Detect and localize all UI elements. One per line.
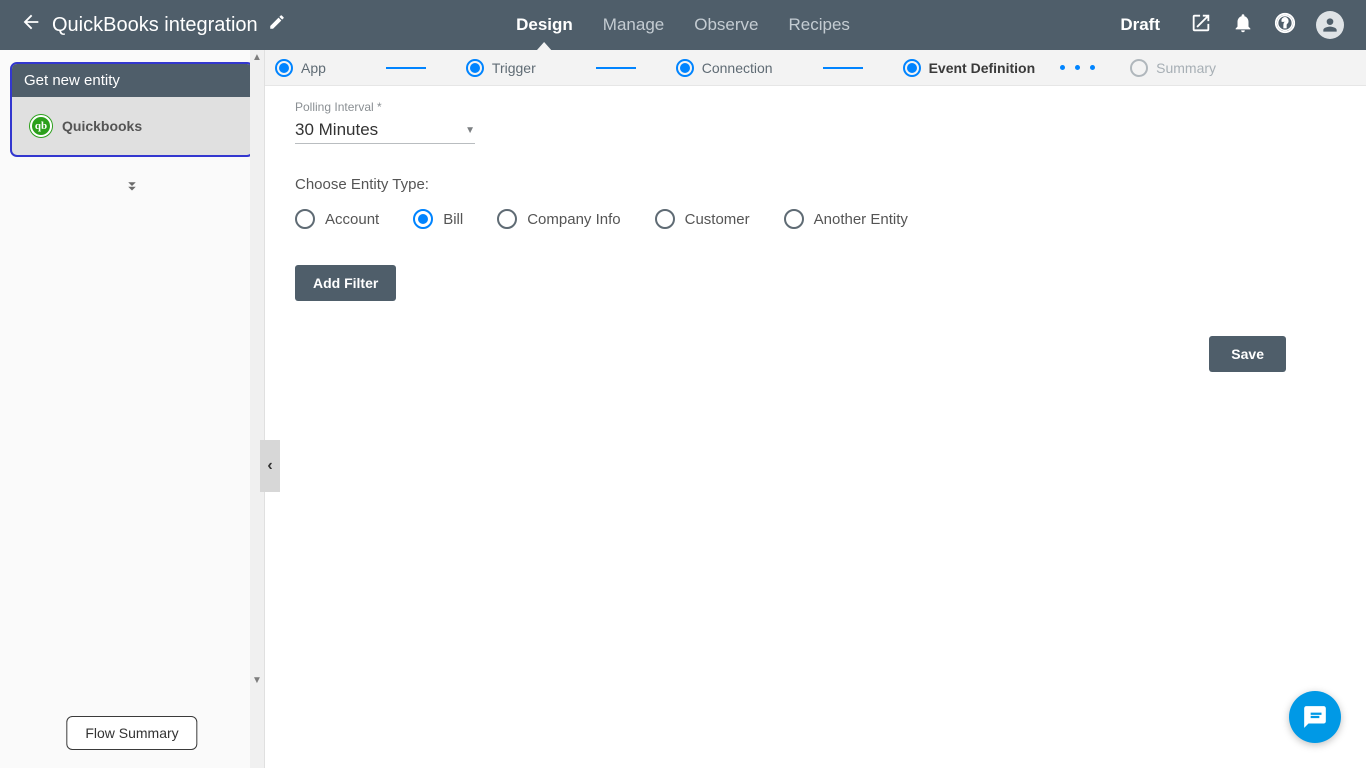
- tab-recipes[interactable]: Recipes: [788, 0, 849, 50]
- sidebar: ▲ ▼ Get new entity qb Quickbooks Flow Su…: [0, 50, 265, 768]
- step-connector: [386, 67, 426, 69]
- step-label: Event Definition: [929, 60, 1036, 76]
- step-summary[interactable]: Summary: [1130, 59, 1216, 77]
- back-arrow-icon[interactable]: [20, 11, 42, 39]
- polling-interval-value: 30 Minutes: [295, 120, 378, 140]
- chevron-down-icon: ▼: [465, 125, 475, 136]
- radio-icon: [413, 209, 433, 229]
- radio-icon: [784, 209, 804, 229]
- entity-type-label: Choose Entity Type:: [295, 176, 1336, 193]
- expand-trigger-icon[interactable]: [123, 177, 141, 200]
- step-radio-icon: [466, 59, 484, 77]
- radio-label: Bill: [443, 211, 463, 228]
- status-badge: Draft: [1120, 15, 1160, 35]
- stepper: App Trigger Connection Event Definition: [265, 50, 1366, 86]
- entity-card-item-label: Quickbooks: [62, 118, 142, 134]
- main-area: App Trigger Connection Event Definition: [265, 50, 1366, 768]
- nav-tabs: Design Manage Observe Recipes: [516, 0, 850, 50]
- step-connection[interactable]: Connection: [676, 59, 773, 77]
- step-dots: [1060, 65, 1095, 70]
- step-event-definition[interactable]: Event Definition: [903, 59, 1036, 77]
- edit-icon[interactable]: [268, 13, 286, 37]
- entity-option-company-info[interactable]: Company Info: [497, 209, 620, 229]
- page-title: QuickBooks integration: [52, 14, 258, 37]
- step-trigger[interactable]: Trigger: [466, 59, 536, 77]
- entity-type-group: Account Bill Company Info Customer Anoth…: [295, 209, 1336, 229]
- sidebar-scrollbar[interactable]: ▲ ▼: [250, 50, 264, 768]
- scroll-down-icon[interactable]: ▼: [252, 675, 262, 686]
- radio-label: Account: [325, 211, 379, 228]
- step-radio-icon: [1130, 59, 1148, 77]
- header-right: Draft ?: [1120, 11, 1366, 39]
- step-connector: [596, 67, 636, 69]
- title-area: QuickBooks integration: [0, 11, 400, 39]
- open-external-icon[interactable]: [1190, 12, 1212, 39]
- chat-icon: [1302, 704, 1328, 730]
- radio-label: Customer: [685, 211, 750, 228]
- save-button[interactable]: Save: [1209, 336, 1286, 372]
- step-label: Trigger: [492, 60, 536, 76]
- radio-label: Company Info: [527, 211, 620, 228]
- entity-card-title: Get new entity: [12, 64, 252, 97]
- entity-option-account[interactable]: Account: [295, 209, 379, 229]
- add-filter-button[interactable]: Add Filter: [295, 265, 396, 301]
- help-icon[interactable]: ?: [1274, 12, 1296, 39]
- tab-manage[interactable]: Manage: [603, 0, 664, 50]
- entity-card[interactable]: Get new entity qb Quickbooks: [10, 62, 254, 157]
- step-label: Connection: [702, 60, 773, 76]
- quickbooks-icon: qb: [30, 115, 52, 137]
- step-radio-icon: [676, 59, 694, 77]
- radio-icon: [655, 209, 675, 229]
- chat-fab[interactable]: [1289, 691, 1341, 743]
- collapse-sidebar-handle[interactable]: ‹: [260, 440, 280, 492]
- radio-icon: [497, 209, 517, 229]
- form-content: Polling Interval * 30 Minutes ▼ Choose E…: [265, 86, 1366, 321]
- step-app[interactable]: App: [275, 59, 326, 77]
- entity-option-customer[interactable]: Customer: [655, 209, 750, 229]
- entity-option-another-entity[interactable]: Another Entity: [784, 209, 908, 229]
- radio-label: Another Entity: [814, 211, 908, 228]
- flow-summary-button[interactable]: Flow Summary: [66, 716, 197, 750]
- step-label: Summary: [1156, 60, 1216, 76]
- app-header: QuickBooks integration Design Manage Obs…: [0, 0, 1366, 50]
- polling-interval-select[interactable]: 30 Minutes ▼: [295, 114, 475, 144]
- entity-card-item[interactable]: qb Quickbooks: [20, 105, 244, 147]
- svg-text:?: ?: [1281, 15, 1289, 30]
- step-radio-icon: [903, 59, 921, 77]
- bell-icon[interactable]: [1232, 12, 1254, 39]
- radio-icon: [295, 209, 315, 229]
- step-connector: [823, 67, 863, 69]
- step-label: App: [301, 60, 326, 76]
- scroll-up-icon[interactable]: ▲: [252, 52, 262, 63]
- tab-observe[interactable]: Observe: [694, 0, 758, 50]
- tab-design[interactable]: Design: [516, 0, 573, 50]
- entity-option-bill[interactable]: Bill: [413, 209, 463, 229]
- chevron-left-icon: ‹: [267, 457, 272, 475]
- user-avatar-icon[interactable]: [1316, 11, 1344, 39]
- step-radio-icon: [275, 59, 293, 77]
- polling-interval-label: Polling Interval *: [295, 100, 1336, 114]
